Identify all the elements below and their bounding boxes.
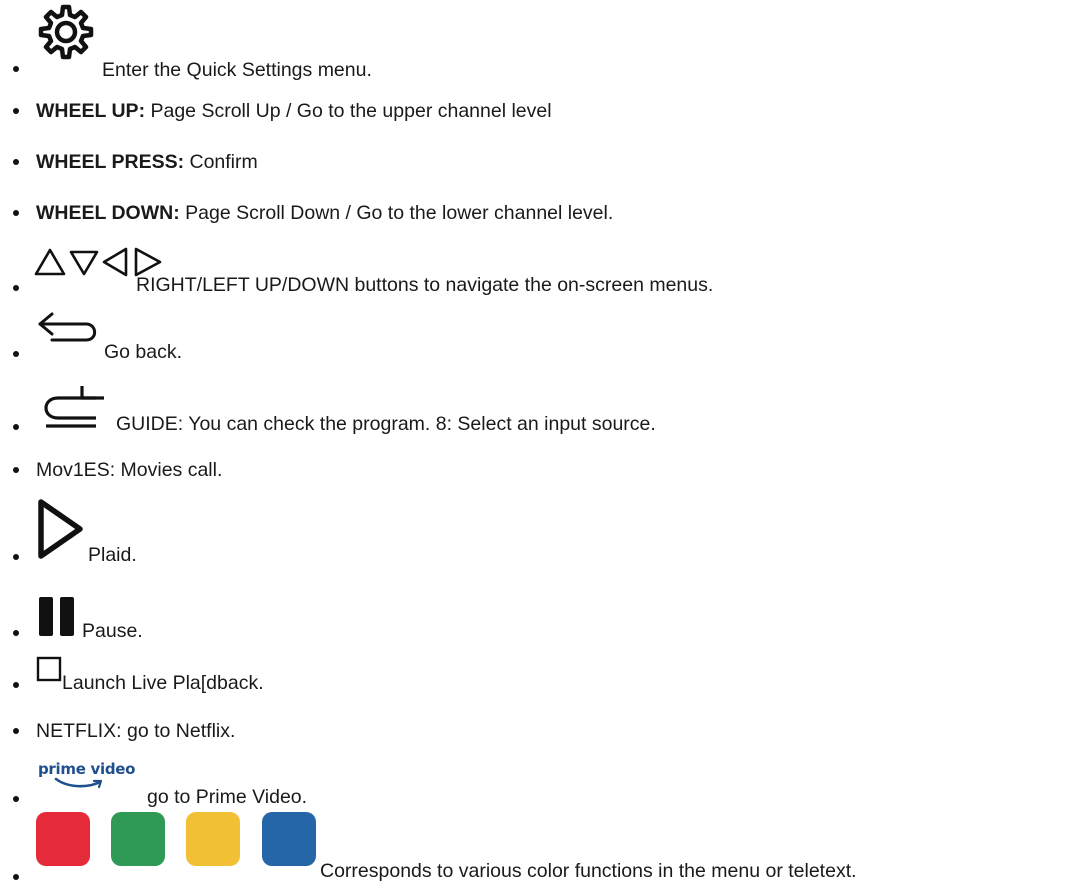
item-text: Go back. xyxy=(104,341,183,363)
pause-icon xyxy=(39,597,74,636)
bullet xyxy=(13,682,19,688)
list-item: NETFLIX: go to Netflix. xyxy=(0,712,1072,752)
item-text: WHEEL PRESS: Confirm xyxy=(36,151,258,173)
bullet xyxy=(13,630,19,636)
item-label: WHEEL UP: xyxy=(36,100,146,122)
bullet xyxy=(13,351,19,357)
item-description: Page Scroll Up / Go to the upper channel… xyxy=(145,100,552,122)
item-text: WHEEL UP: Page Scroll Up / Go to the upp… xyxy=(36,100,552,122)
bullet xyxy=(13,424,19,430)
bullet xyxy=(13,728,19,734)
bullet xyxy=(13,66,19,72)
play-icon xyxy=(38,499,83,559)
input-source-icon xyxy=(44,386,104,428)
bullet xyxy=(13,554,19,560)
item-description: Page Scroll Down / Go to the lower chann… xyxy=(179,202,614,224)
item-label: WHEEL PRESS: xyxy=(36,151,185,173)
prime-video-logo: prime video xyxy=(38,760,135,790)
list-item: GUIDE: You can check the program. 8: Sel… xyxy=(0,370,1072,440)
prime-video-smile xyxy=(54,777,103,789)
list-item: Enter the Quick Settings menu. xyxy=(0,0,1072,80)
blue-button-swatch xyxy=(262,812,316,866)
list-item: WHEEL DOWN: Page Scroll Down / Go to the… xyxy=(0,194,1072,234)
color-buttons-icon xyxy=(36,812,326,868)
item-text: NETFLIX: go to Netflix. xyxy=(36,720,236,742)
item-text: Enter the Quick Settings menu. xyxy=(102,59,372,81)
bullet xyxy=(13,108,19,114)
list-item: Plaid. xyxy=(0,494,1072,568)
list-item: Mov1ES: Movies call. xyxy=(0,452,1072,492)
item-text: Pause. xyxy=(82,620,143,642)
list-item: RIGHT/LEFT UP/DOWN buttons to navigate t… xyxy=(0,240,1072,300)
green-button-swatch xyxy=(111,812,165,866)
bullet xyxy=(13,796,19,802)
yellow-button-swatch xyxy=(186,812,240,866)
item-description: Confirm xyxy=(184,151,258,173)
list-item: Corresponds to various color functions i… xyxy=(0,812,1072,886)
item-text: WHEEL DOWN: Page Scroll Down / Go to the… xyxy=(36,202,614,224)
list-item: prime video go to Prime Video. xyxy=(0,758,1072,808)
list-item: WHEEL UP: Page Scroll Up / Go to the upp… xyxy=(0,92,1072,132)
item-text: Corresponds to various color functions i… xyxy=(320,860,857,882)
list-item: Go back. xyxy=(0,306,1072,364)
list-item: WHEEL PRESS: Confirm xyxy=(0,143,1072,183)
bullet xyxy=(13,467,19,473)
list-item: Pause. xyxy=(0,586,1072,644)
gear-icon xyxy=(38,4,94,60)
prime-video-logo-text: prime video xyxy=(38,760,136,778)
item-text: RIGHT/LEFT UP/DOWN buttons to navigate t… xyxy=(136,274,714,296)
bullet xyxy=(13,874,19,880)
back-arrow-icon xyxy=(38,312,97,342)
item-text: GUIDE: You can check the program. 8: Sel… xyxy=(116,413,656,435)
bullet xyxy=(13,210,19,216)
item-label: WHEEL DOWN: xyxy=(36,202,180,224)
stop-icon xyxy=(36,656,62,682)
bullet xyxy=(13,285,19,291)
item-text: go to Prime Video. xyxy=(147,786,308,808)
item-text: Launch Live Pla[dback. xyxy=(62,672,264,694)
item-text: Plaid. xyxy=(88,544,137,566)
red-button-swatch xyxy=(36,812,90,866)
bullet xyxy=(13,159,19,165)
list-item: Launch Live Pla[dback. xyxy=(0,650,1072,694)
item-text: Mov1ES: Movies call. xyxy=(36,459,223,481)
